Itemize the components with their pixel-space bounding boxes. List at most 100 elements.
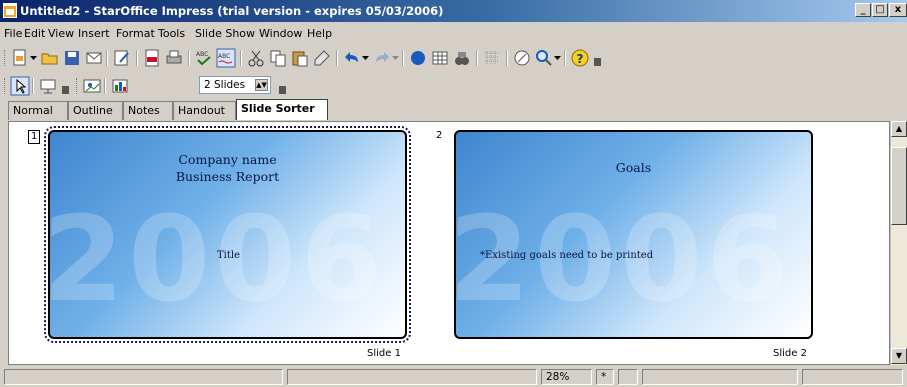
menu-edit[interactable]: Edit <box>24 27 45 40</box>
slide-sorter-area[interactable]: 1 2006 Company name Business Report Titl… <box>8 121 890 365</box>
svg-text:ABC: ABC <box>196 51 208 58</box>
slide-label: Slide 2 <box>773 348 807 359</box>
clone-format-icon[interactable] <box>312 48 332 68</box>
slide-label: Slide 1 <box>367 348 401 359</box>
chevron-down-icon[interactable] <box>279 84 286 94</box>
toolbar-separator <box>240 50 242 66</box>
chevron-down-icon[interactable] <box>594 56 601 66</box>
toolbar-separator <box>402 50 404 66</box>
window-title: Untitled2 - StarOffice Impress (trial ve… <box>20 4 444 18</box>
tab-handout[interactable]: Handout <box>173 101 236 120</box>
export-pdf-icon[interactable] <box>142 48 162 68</box>
tab-normal[interactable]: Normal <box>8 101 68 120</box>
new-icon[interactable] <box>10 48 30 68</box>
tab-outline[interactable]: Outline <box>68 101 123 120</box>
title-bar: Untitled2 - StarOffice Impress (trial ve… <box>0 0 907 22</box>
chart-icon[interactable] <box>408 48 428 68</box>
zoom-icon[interactable] <box>534 48 554 68</box>
slides-per-row-field[interactable]: 2 Slides ▲▼ <box>199 76 271 94</box>
slide-title: Company name <box>178 152 277 167</box>
redo-icon[interactable] <box>372 48 392 68</box>
slide-title: Goals <box>615 160 652 175</box>
toolbar-grip[interactable] <box>76 78 80 94</box>
maximize-button[interactable]: □ <box>872 3 888 17</box>
app-icon[interactable] <box>3 3 17 18</box>
slide-subtitle: Business Report <box>175 169 280 184</box>
status-cell <box>4 369 283 385</box>
autospell-icon[interactable]: ABC <box>216 48 236 68</box>
gallery-icon[interactable] <box>512 48 532 68</box>
chevron-down-icon[interactable] <box>362 53 369 63</box>
standard-toolbar: ABC ABC ? <box>0 44 907 72</box>
svg-text:?: ? <box>577 52 584 66</box>
tab-slide-sorter[interactable]: Slide Sorter <box>236 99 328 120</box>
svg-text:ABC: ABC <box>218 53 230 60</box>
spellcheck-icon[interactable]: ABC <box>194 48 214 68</box>
toolbar-grip[interactable] <box>4 50 8 66</box>
slide-show-icon[interactable] <box>38 76 58 96</box>
menu-slide-show[interactable]: Slide Show <box>195 27 255 40</box>
tab-notes[interactable]: Notes <box>123 101 173 120</box>
toolbar-grip[interactable] <box>4 78 8 94</box>
undo-icon[interactable] <box>342 48 362 68</box>
open-icon[interactable] <box>40 48 60 68</box>
toolbar-separator <box>336 50 338 66</box>
status-cell <box>802 369 903 385</box>
zoom-status[interactable]: 28% <box>541 369 592 385</box>
slide-thumbnail-2[interactable]: 2006 Goals *Existing goals need to be pr… <box>454 130 813 339</box>
menu-tools[interactable]: Tools <box>158 27 185 40</box>
status-cell <box>287 369 537 385</box>
toolbar-separator <box>188 50 190 66</box>
grid-icon[interactable] <box>482 48 502 68</box>
cut-icon[interactable] <box>246 48 266 68</box>
chevron-down-icon[interactable] <box>392 53 399 63</box>
slide-sorter-toolbar: 2 Slides ▲▼ <box>0 72 907 100</box>
table-icon[interactable] <box>430 48 450 68</box>
help-icon[interactable]: ? <box>570 48 590 68</box>
toolbar-separator <box>32 78 34 94</box>
menu-view[interactable]: View <box>48 27 74 40</box>
status-cell <box>642 369 798 385</box>
slide-number: 1 <box>28 130 41 144</box>
status-cell <box>618 369 638 385</box>
toolbar-separator <box>564 50 566 66</box>
menu-insert[interactable]: Insert <box>78 27 110 40</box>
scroll-thumb[interactable] <box>891 147 907 225</box>
vertical-scrollbar[interactable]: ▲ ▼ <box>890 121 907 365</box>
menu-file[interactable]: File <box>4 27 22 40</box>
close-button[interactable]: x <box>889 3 907 17</box>
slide-number: 2 <box>436 130 443 141</box>
chevron-down-icon[interactable] <box>554 53 561 63</box>
toolbar-separator <box>106 50 108 66</box>
toolbar-separator <box>104 78 106 94</box>
toolbar-separator <box>506 50 508 66</box>
select-icon[interactable] <box>10 76 30 96</box>
paste-icon[interactable] <box>290 48 310 68</box>
chevron-down-icon[interactable] <box>62 84 69 94</box>
slide-body-text: Title <box>217 250 241 261</box>
toolbar-separator <box>476 50 478 66</box>
copy-icon[interactable] <box>268 48 288 68</box>
spinner-icon[interactable]: ▲▼ <box>255 79 268 91</box>
navigator-icon[interactable] <box>452 48 472 68</box>
menu-help[interactable]: Help <box>307 27 332 40</box>
slide-thumbnail-1[interactable]: 2006 Company name Business Report Title <box>44 126 411 343</box>
scroll-down-icon[interactable]: ▼ <box>891 348 907 364</box>
mail-icon[interactable] <box>84 48 104 68</box>
print-icon[interactable] <box>164 48 184 68</box>
minimize-button[interactable]: _ <box>855 3 871 17</box>
menu-window[interactable]: Window <box>259 27 302 40</box>
save-icon[interactable] <box>62 48 82 68</box>
modified-status: * <box>596 369 614 385</box>
slide-body-text: *Existing goals need to be printed <box>480 250 654 261</box>
menu-format[interactable]: Format <box>116 27 155 40</box>
slide-transition-icon[interactable] <box>82 76 102 96</box>
menu-bar: File Edit View Insert Format Tools Slide… <box>0 24 907 44</box>
chart-icon[interactable] <box>110 76 130 96</box>
scroll-up-icon[interactable]: ▲ <box>891 121 907 137</box>
edit-file-icon[interactable] <box>112 48 132 68</box>
status-bar: 28% * <box>0 367 907 387</box>
toolbar-separator <box>136 50 138 66</box>
chevron-down-icon[interactable] <box>30 53 37 63</box>
slides-per-row-value: 2 Slides <box>204 79 246 91</box>
